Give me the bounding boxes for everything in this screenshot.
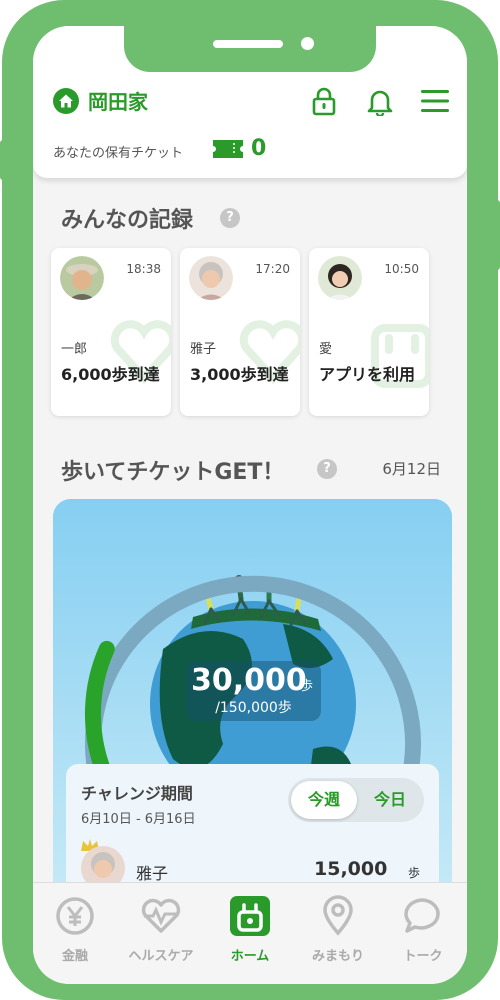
ticket-icon [213, 140, 243, 158]
side-button [0, 140, 6, 180]
toggle-day-button[interactable]: 今日 [358, 781, 422, 819]
record-desc: アプリを利用 [319, 365, 416, 384]
location-pin-icon [323, 895, 353, 936]
period-dates: 6月10日 - 6月16日 [81, 812, 196, 827]
avatar [189, 256, 233, 300]
challenge-help-icon[interactable]: ? [317, 459, 337, 479]
tab-label: トーク [403, 949, 443, 964]
tab-label: 金融 [61, 949, 88, 964]
bell-icon[interactable] [366, 86, 394, 116]
steps-goal: /150,000歩 [215, 700, 292, 716]
record-card[interactable]: 18:38 一郎 6,000歩到達 [51, 248, 171, 416]
record-name: 一郎 [61, 342, 88, 357]
side-button [494, 200, 500, 270]
period-toggle: 今週 今日 [288, 778, 424, 822]
records-title: みんなの記録 [61, 208, 194, 233]
menu-icon[interactable] [421, 90, 449, 112]
records-help-icon[interactable]: ? [220, 208, 240, 228]
record-name: 愛 [319, 342, 333, 357]
record-time: 17:20 [255, 262, 290, 276]
record-time: 18:38 [126, 262, 161, 276]
heart-pulse-icon [141, 898, 181, 933]
rank-steps-unit: 歩 [408, 866, 421, 880]
steps-display: 30,000 歩 /150,000歩 [186, 661, 321, 721]
period-title: チャレンジ期間 [81, 784, 193, 803]
toggle-week-button[interactable]: 今週 [291, 781, 357, 819]
home-app-icon [230, 896, 270, 936]
tab-label: ヘルスケア [128, 949, 194, 964]
steps-count: 30,000 [191, 663, 307, 698]
record-card[interactable]: 10:50 愛 アプリを利用 [309, 248, 429, 416]
challenge-date: 6月12日 [382, 460, 441, 478]
ticket-label: あなたの保有チケット [53, 146, 184, 161]
ticket-count: 0 [251, 136, 267, 161]
record-card[interactable]: 17:20 雅子 3,000歩到達 [180, 248, 300, 416]
tab-label: みまもり [311, 949, 364, 964]
avatar [60, 256, 104, 300]
speaker [213, 40, 283, 48]
yen-icon [56, 897, 94, 935]
home-icon[interactable] [53, 88, 79, 114]
record-name: 雅子 [190, 342, 217, 357]
camera [301, 37, 314, 50]
avatar [318, 256, 362, 300]
chat-bubble-icon [404, 898, 440, 933]
record-desc: 6,000歩到達 [61, 365, 160, 384]
challenge-panel: 30,000 歩 /150,000歩 チャレンジ期間 6月10日 - 6月16日… [53, 499, 452, 919]
tab-bar: 金融 ヘルスケア ホーム みまもり トーク [33, 882, 467, 984]
rank-steps: 15,000 [314, 858, 388, 880]
record-time: 10:50 [384, 262, 419, 276]
lock-icon[interactable] [311, 86, 337, 116]
phone-frame: 岡田家 あなたの保有チケット 0 みんなの記録 ? 18:38 一郎 6,000… [0, 0, 500, 1000]
rank-name: 雅子 [136, 864, 169, 883]
device-notch [124, 26, 376, 72]
record-desc: 3,000歩到達 [190, 365, 289, 384]
steps-unit: 歩 [300, 679, 314, 694]
screen: 岡田家 あなたの保有チケット 0 みんなの記録 ? 18:38 一郎 6,000… [33, 26, 467, 984]
family-name[interactable]: 岡田家 [88, 86, 148, 115]
challenge-title: 歩いてチケットGET！ [61, 460, 285, 485]
tab-label: ホーム [230, 949, 270, 964]
